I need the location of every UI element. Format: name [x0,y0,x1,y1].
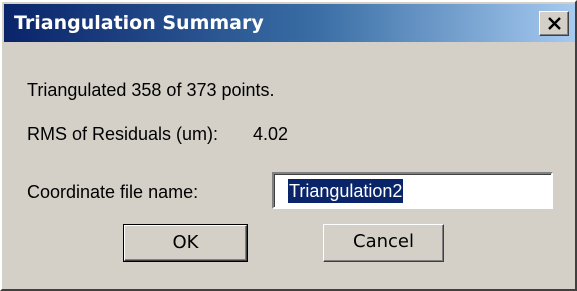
title-bar[interactable]: Triangulation Summary [4,4,575,42]
rms-label: RMS of Residuals (um): [27,124,219,144]
rms-value: 4.02 [253,124,289,144]
coordinate-file-input[interactable]: Triangulation2 [272,172,553,209]
triangulation-summary-dialog: Triangulation Summary Triangulated 358 o… [0,0,577,291]
close-button[interactable] [539,11,569,36]
cancel-button[interactable]: Cancel [323,224,444,262]
triangulated-points-text: Triangulated 358 of 373 points. [27,80,275,100]
ok-button-face: OK [124,225,247,261]
close-icon [548,17,561,30]
coordinate-file-value: Triangulation2 [288,179,404,203]
coordinate-file-label: Coordinate file name: [27,182,199,202]
ok-button[interactable]: OK [123,224,248,262]
ok-button-label: OK [172,232,199,253]
cancel-button-label: Cancel [353,231,414,252]
window-title: Triangulation Summary [14,12,264,34]
